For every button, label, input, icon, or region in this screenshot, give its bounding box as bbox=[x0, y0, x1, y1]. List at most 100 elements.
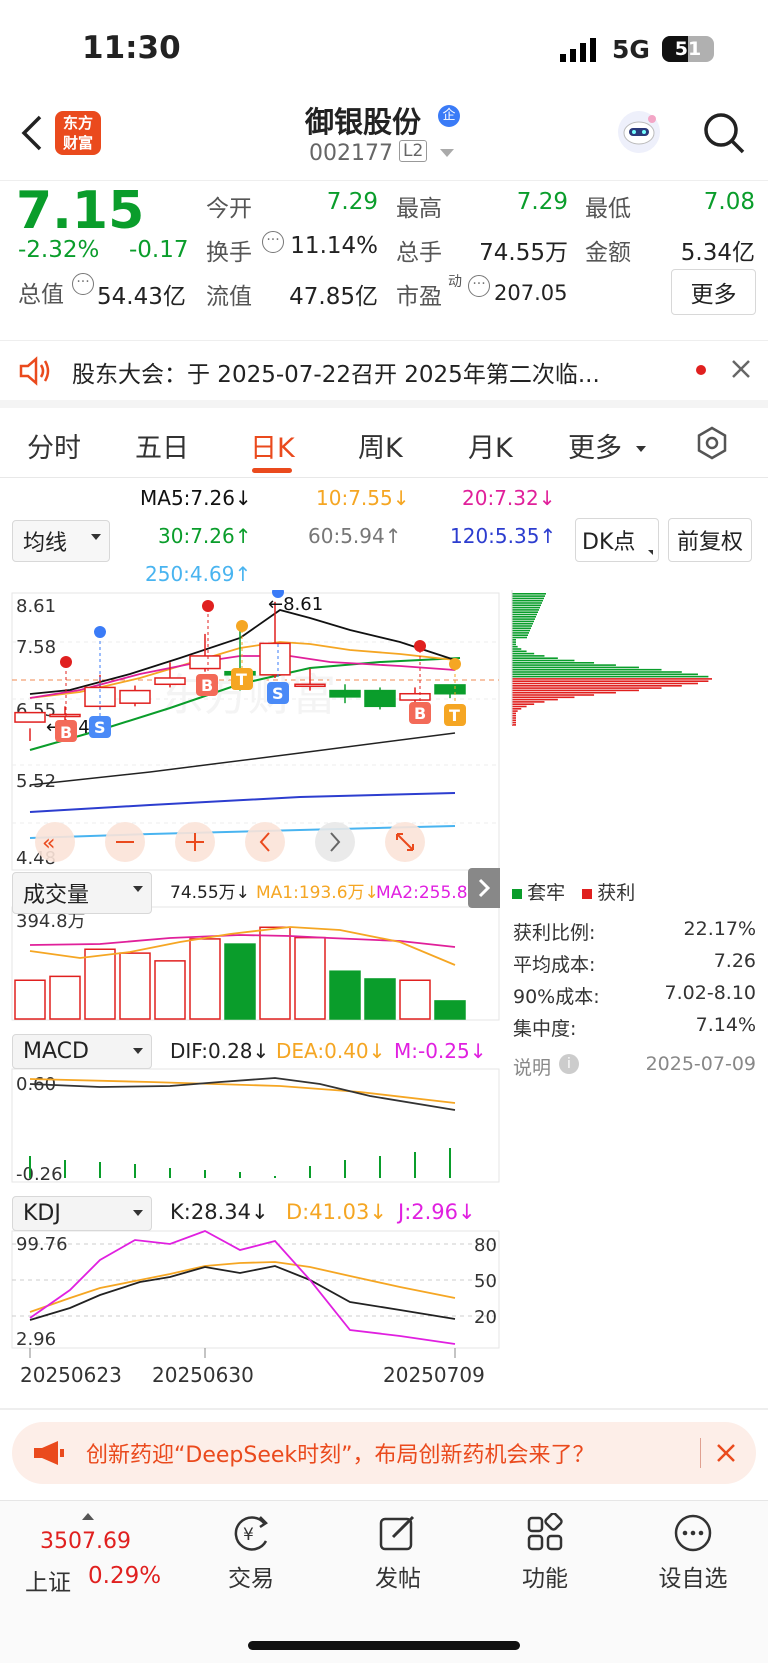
macd-m-label: M:-0.25↓ bbox=[394, 1039, 487, 1063]
svg-text:B: B bbox=[414, 704, 426, 723]
chip-distribution bbox=[512, 593, 712, 726]
chip-bar bbox=[512, 613, 537, 616]
close-icon[interactable] bbox=[730, 358, 752, 380]
chip-profit-ratio-label: 获利比例: bbox=[513, 922, 596, 944]
tab-more[interactable]: 更多 bbox=[568, 426, 622, 465]
announcement-bar[interactable]: 股东大会：于 2025-07-22召开 2025年第二次临... bbox=[0, 340, 768, 408]
index-name: 上证 bbox=[25, 1570, 71, 1596]
volume-ma2-label: MA2:255.8万↓ bbox=[376, 883, 468, 903]
nav-watchlist[interactable]: 设自选 bbox=[638, 1513, 748, 1593]
pe-value: 207.05 bbox=[494, 281, 568, 305]
date-mid: 20250630 bbox=[152, 1363, 254, 1387]
volume-selector[interactable]: 成交量 bbox=[12, 872, 152, 914]
volume-label: 总手 bbox=[396, 240, 442, 266]
divider bbox=[700, 1438, 701, 1468]
mcap-value: 54.43亿 bbox=[97, 284, 186, 310]
volume-y-top: 394.8万 bbox=[16, 911, 86, 932]
close-icon[interactable] bbox=[715, 1442, 737, 1464]
candle-body bbox=[14, 711, 46, 723]
info-icon[interactable]: ··· bbox=[72, 273, 94, 295]
candle-body bbox=[189, 655, 221, 670]
search-icon[interactable] bbox=[702, 111, 746, 155]
battery-icon: 51 bbox=[662, 36, 714, 62]
ma-selector[interactable]: 均线 bbox=[12, 520, 110, 562]
kdj-ref-80: 80 bbox=[474, 1235, 497, 1256]
ma30-label: 30:7.26↑ bbox=[158, 524, 252, 548]
chip-bar bbox=[512, 599, 543, 602]
chip-bar bbox=[512, 629, 530, 632]
volume-ma1-label: MA1:193.6万↓ bbox=[256, 883, 379, 903]
svg-text:B: B bbox=[60, 723, 72, 742]
dif-line bbox=[29, 1077, 456, 1111]
ma20-label: 20:7.32↓ bbox=[462, 486, 556, 510]
back-icon[interactable] bbox=[18, 113, 48, 153]
tab-weekly-k[interactable]: 周K bbox=[358, 426, 403, 465]
robot-assistant-icon[interactable] bbox=[616, 109, 662, 155]
macd-selector[interactable]: MACD bbox=[12, 1034, 152, 1069]
nav-trade[interactable]: ¥ 交易 bbox=[196, 1513, 306, 1593]
chip-90-cost-label: 90%成本: bbox=[513, 986, 600, 1008]
candle-body bbox=[259, 642, 291, 676]
chip-bar bbox=[512, 678, 712, 680]
dk-point-button[interactable]: DK点 bbox=[575, 518, 659, 562]
collapse-panel-button[interactable] bbox=[468, 868, 500, 908]
more-button[interactable]: 更多 bbox=[671, 269, 756, 315]
tab-monthly-k[interactable]: 月K bbox=[468, 426, 513, 465]
ma-legend: MA5:7.26↓ 10:7.55↓ 20:7.32↓ 均线 30:7.26↑ … bbox=[0, 480, 768, 590]
kdj-selector[interactable]: KDJ bbox=[12, 1196, 152, 1231]
turnover-label: 换手 bbox=[206, 240, 252, 266]
chip-bar bbox=[512, 664, 616, 666]
chip-bar bbox=[512, 668, 662, 671]
scroll-left-button[interactable] bbox=[245, 822, 285, 862]
candle-body bbox=[434, 684, 466, 695]
chip-bar bbox=[512, 609, 539, 611]
buy-marker[interactable]: B bbox=[196, 600, 218, 696]
d-line bbox=[29, 1261, 456, 1313]
tab-daily-k[interactable]: 日K bbox=[250, 426, 295, 465]
settings-gear-icon[interactable] bbox=[695, 426, 729, 460]
nav-post[interactable]: 发帖 bbox=[343, 1513, 453, 1593]
volume-bar bbox=[84, 948, 116, 1020]
info-icon[interactable]: i bbox=[559, 1054, 579, 1074]
double-chevron-left-icon: « bbox=[42, 831, 55, 856]
caret-down-icon bbox=[133, 1210, 143, 1216]
date-start: 20250623 bbox=[20, 1363, 122, 1387]
low-value: 7.08 bbox=[703, 189, 755, 215]
chip-bar bbox=[512, 627, 531, 630]
index-widget[interactable]: 3507.69 上证 0.29% bbox=[20, 1509, 170, 1599]
chevron-down-icon[interactable] bbox=[440, 149, 454, 157]
volume-bar bbox=[154, 960, 186, 1020]
chip-legend: 套牢 获利 bbox=[512, 878, 635, 905]
open-value: 7.29 bbox=[326, 189, 378, 215]
buy-marker[interactable]: B bbox=[55, 656, 77, 742]
chip-bar bbox=[512, 636, 527, 639]
chip-bar bbox=[512, 705, 527, 708]
svg-text:S: S bbox=[272, 684, 284, 703]
caret-down-icon bbox=[133, 886, 143, 892]
nav-functions[interactable]: 功能 bbox=[490, 1512, 600, 1593]
chip-bar bbox=[512, 685, 682, 687]
promo-banner[interactable]: 创新药迎“DeepSeek时刻”，布局创新药机会来了？ bbox=[12, 1422, 756, 1484]
adjust-price-button[interactable]: 前复权 bbox=[668, 518, 752, 562]
chip-bar bbox=[512, 611, 538, 613]
megaphone-icon bbox=[32, 1439, 66, 1467]
edit-icon bbox=[379, 1515, 415, 1551]
scroll-right-button[interactable] bbox=[315, 822, 355, 862]
kdj-k-label: K:28.34↓ bbox=[170, 1200, 269, 1224]
index-pct: 0.29% bbox=[88, 1563, 162, 1589]
chip-bar bbox=[512, 643, 516, 646]
kline-y-4: 5.52 bbox=[16, 771, 56, 792]
chip-profit-ratio-value: 22.17% bbox=[683, 918, 756, 940]
chevron-right-icon bbox=[478, 878, 491, 898]
chip-note-link[interactable]: 说明 bbox=[513, 1053, 551, 1080]
caret-up-icon bbox=[82, 1513, 94, 1520]
chip-bar bbox=[512, 710, 518, 712]
pe-label: 市盈 bbox=[396, 284, 442, 310]
tab-intraday[interactable]: 分时 bbox=[27, 426, 81, 465]
chart-tabs: 分时 五日 日K 周K 月K 更多 bbox=[0, 408, 768, 478]
chip-bar bbox=[512, 616, 536, 618]
buy-marker[interactable]: B bbox=[409, 640, 431, 724]
float-label: 流值 bbox=[206, 284, 252, 310]
tab-five-day[interactable]: 五日 bbox=[135, 426, 189, 465]
info-icon[interactable]: ··· bbox=[468, 275, 490, 297]
